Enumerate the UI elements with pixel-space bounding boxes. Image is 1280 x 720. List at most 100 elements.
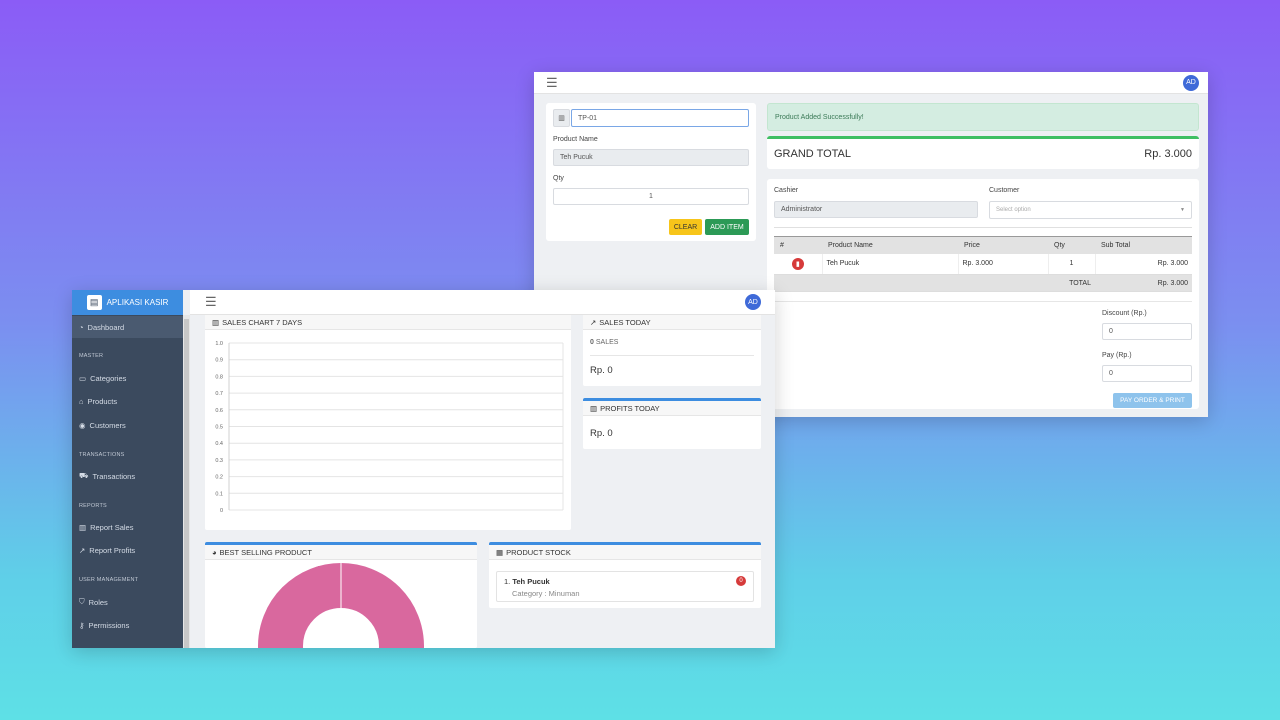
bar-chart-icon: ▥ [79,522,87,532]
sales-today-card: ↗ SALES TODAY 0 SALES Rp. 0 [583,315,761,386]
stock-item-title: 1. Teh Pucuk [504,577,550,586]
stock-item-index: 1. [504,577,511,586]
success-alert: Product Added Successfully! [767,103,1199,131]
dashboard-icon: ◔ [79,322,84,332]
sidebar-item-label: Report Sales [90,522,134,532]
sidebar-item-label: Categories [90,373,127,383]
section-master: MASTER [79,353,104,359]
y-tick-label: 0.4 [215,441,223,447]
sales-today-count-row: 0 SALES [590,339,618,346]
product-name-field: Teh Pucuk [553,149,749,166]
sidebar-item-report-profits[interactable]: ↗ Report Profits [72,539,183,561]
sidebar-item-label: Transactions [92,471,136,481]
avatar[interactable]: AD [1183,74,1199,91]
sales-chart-card: ▥ SALES CHART 7 DAYS 0 0.1 0.2 0.3 0.4 0.5 0.6… [205,315,571,530]
sidebar-item-label: Report Profits [89,545,136,555]
pay-input[interactable]: 0 [1102,365,1192,382]
pay-label: Pay (Rp.) [1102,352,1132,359]
pay-order-print-button[interactable]: PAY ORDER & PRINT [1113,393,1192,408]
best-selling-title: BEST SELLING PRODUCT [219,547,312,557]
scrollbar-thumb[interactable] [184,319,189,648]
divider [774,227,1192,228]
sales-line-chart: 0 0.1 0.2 0.3 0.4 0.5 0.6 0.7 0.8 0.9 1.0 [215,341,564,514]
add-item-button[interactable]: ADD ITEM [705,219,749,235]
brand-name: APLIKASI KASIR [106,298,169,307]
sidebar-item-label: Products [87,396,118,406]
chevron-down-icon: ▼ [1180,207,1185,213]
stock-item-name: Teh Pucuk [512,577,550,586]
stock-item-category: Category : Minuman [512,589,580,598]
divider [590,355,754,356]
cell-subtotal: Rp. 3.000 [1095,253,1192,275]
grand-total-label: GRAND TOTAL [774,148,852,160]
table-row: ▮ Teh Pucuk Rp. 3.000 1 Rp. 3.000 [774,253,1192,275]
sidebar-item-permissions[interactable]: ⚷ Permissions [72,614,183,636]
sales-today-header: ↗ SALES TODAY [583,315,761,330]
barcode-input[interactable]: TP-01 [571,109,749,127]
qty-label: Qty [553,175,564,182]
profits-today-title: PROFITS TODAY [600,403,660,413]
customer-label: Customer [989,187,1020,194]
sidebar-scrollbar[interactable] [183,315,190,648]
cell-qty: 1 [1048,253,1096,275]
section-user-management: USER MANAGEMENT [79,577,139,583]
y-tick-label: 0.9 [215,358,223,364]
cash-register-icon: ▤ [86,295,102,310]
sidebar-item-roles[interactable]: ⛉ Roles [72,591,183,613]
profits-today-amount: Rp. 0 [590,428,613,439]
discount-label: Discount (Rp.) [1102,310,1147,317]
cell-product-name: Teh Pucuk [822,253,959,275]
section-transactions: TRANSACTIONS [79,452,125,458]
section-reports: REPORTS [79,503,107,509]
customer-select[interactable]: Select option ▼ [989,201,1192,219]
menu-icon[interactable]: ☰ [546,75,558,91]
product-stock-title: PRODUCT STOCK [506,547,571,557]
sidebar-item-customers[interactable]: ◉ Customers [72,414,183,436]
product-name-label: Product Name [553,136,598,143]
col-product-name: Product Name [822,236,958,254]
cart-table: # Product Name Price Qty Sub Total ▮ Teh… [774,236,1192,292]
sidebar-item-label: Roles [88,597,108,607]
cashier-label: Cashier [774,187,799,194]
product-stock-card: ▦ PRODUCT STOCK 1. Teh Pucuk Category : … [489,542,761,608]
key-icon: ⚷ [79,620,85,630]
sales-today-unit: SALES [595,339,619,346]
customer-placeholder: Select option [996,207,1031,213]
sidebar-item-categories[interactable]: ▭ Categories [72,367,183,389]
barcode-icon: ▥ [553,109,570,127]
sales-today-title: SALES TODAY [599,317,651,327]
sales-chart-title: SALES CHART 7 DAYS [222,317,303,327]
menu-icon[interactable]: ☰ [205,294,217,310]
grand-total-value: Rp. 3.000 [1144,148,1192,160]
best-selling-card: ◕ BEST SELLING PRODUCT Teh Pucuk [205,542,477,648]
y-tick-label: 0.3 [215,458,223,464]
folder-icon: ▭ [79,373,87,383]
qty-input[interactable]: 1 [553,188,749,205]
boxes-icon: ▦ [496,547,504,557]
discount-input[interactable]: 0 [1102,323,1192,340]
col-qty: Qty [1048,236,1095,254]
clear-button[interactable]: CLEAR [669,219,702,235]
trash-icon[interactable]: ▮ [791,257,804,270]
total-label: TOTAL [774,274,1095,292]
best-selling-pie-chart: Teh Pucuk [258,563,424,648]
sidebar-item-products[interactable]: ⌂ Products [72,390,183,412]
avatar[interactable]: AD [745,294,761,310]
sidebar-item-report-sales[interactable]: ▥ Report Sales [72,516,183,538]
sales-today-amount: Rp. 0 [590,365,613,376]
total-row: TOTAL Rp. 3.000 [774,274,1192,292]
bar-chart-icon: ▥ [590,403,598,413]
bar-chart-icon: ▥ [212,317,220,327]
list-item: 1. Teh Pucuk Category : Minuman 0 [496,571,754,602]
sidebar: ▤ APLIKASI KASIR ◔ Dashboard MASTER ▭ Cate… [72,290,183,648]
y-tick-label: 0.8 [215,374,223,380]
profits-today-card: ▥ PROFITS TODAY Rp. 0 [583,398,761,449]
sidebar-item-transactions[interactable]: ⛟ Transactions [72,465,183,487]
grand-total-card: GRAND TOTAL Rp. 3.000 [767,136,1199,169]
cart-icon: ⛟ [79,471,89,480]
brand[interactable]: ▤ APLIKASI KASIR [72,290,183,315]
y-tick-label: 0.6 [215,408,223,414]
product-entry-card: ▥ TP-01 Product Name Teh Pucuk Qty 1 CLE… [546,103,756,241]
sidebar-item-label: Dashboard [87,322,125,332]
sidebar-item-dashboard[interactable]: ◔ Dashboard [72,316,183,338]
